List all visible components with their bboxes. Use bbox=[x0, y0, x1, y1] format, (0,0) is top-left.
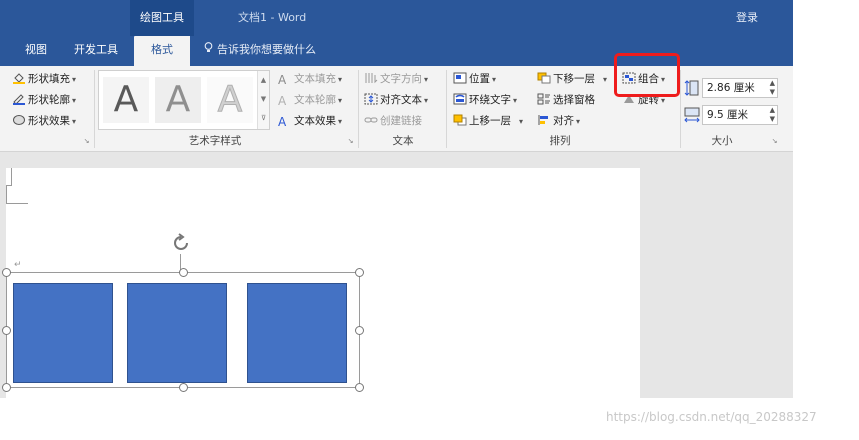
title-bar: 绘图工具 文档1 - Word 登录 bbox=[0, 0, 793, 36]
send-backward-icon bbox=[537, 72, 551, 84]
align-button[interactable]: 对齐 ▾ bbox=[537, 112, 580, 130]
rectangle-shape-2[interactable] bbox=[127, 283, 227, 383]
create-link-button[interactable]: 创建链接 bbox=[364, 112, 422, 130]
tab-developer[interactable]: 开发工具 bbox=[68, 36, 124, 66]
margin-corner-mark bbox=[6, 186, 28, 204]
text-group-label: 文本 bbox=[392, 135, 414, 147]
paint-bucket-icon bbox=[12, 72, 26, 84]
shape-height-icon bbox=[684, 79, 700, 97]
text-direction-icon bbox=[364, 72, 378, 84]
resize-handle[interactable] bbox=[2, 268, 11, 277]
wordart-group-label: 艺术字样式 bbox=[188, 135, 242, 147]
resize-handle[interactable] bbox=[179, 383, 188, 392]
shape-outline-button[interactable]: 形状轮廓 ▾ bbox=[12, 91, 76, 109]
shape-fill-button[interactable]: 形状填充 ▾ bbox=[12, 70, 76, 88]
group-separator bbox=[94, 70, 95, 148]
shape-height-input[interactable]: 2.86 厘米 ▲ ▼ bbox=[702, 78, 778, 98]
wrap-text-button[interactable]: 环绕文字 ▾ bbox=[453, 91, 517, 109]
gallery-scroller: ▲ ▼ ⊽ bbox=[257, 71, 269, 129]
size-launcher-icon[interactable]: ↘ bbox=[770, 137, 779, 146]
align-objects-icon bbox=[537, 114, 551, 126]
document-page[interactable]: ↵ bbox=[2, 168, 640, 398]
wordart-style-1[interactable]: A bbox=[103, 77, 149, 123]
bring-forward-button[interactable]: 上移一层 ▾ bbox=[453, 112, 523, 130]
gallery-up-icon[interactable]: ▲ bbox=[258, 71, 269, 90]
wrap-text-icon bbox=[453, 93, 467, 105]
position-icon bbox=[453, 72, 467, 84]
selection-pane-icon bbox=[537, 93, 551, 105]
align-text-button[interactable]: 对齐文本 ▾ bbox=[364, 91, 428, 109]
wordart-style-3[interactable]: A bbox=[207, 77, 253, 123]
link-icon bbox=[364, 114, 378, 126]
arrange-group-label: 排列 bbox=[549, 135, 571, 147]
group-separator bbox=[446, 70, 447, 148]
tell-me-search[interactable]: 告诉我你想要做什么 bbox=[204, 36, 316, 66]
tab-format[interactable]: 格式 bbox=[134, 36, 190, 66]
shape-width-icon bbox=[684, 106, 700, 124]
text-effects-button[interactable]: A 文本效果 ▾ bbox=[278, 112, 342, 130]
shape-width-input[interactable]: 9.5 厘米 ▲ ▼ bbox=[702, 105, 778, 125]
text-outline-button[interactable]: A 文本轮廓 ▾ bbox=[278, 91, 342, 109]
wordart-launcher-icon[interactable]: ↘ bbox=[346, 137, 355, 146]
text-direction-button[interactable]: 文字方向 ▾ bbox=[364, 70, 428, 88]
shape-effects-icon bbox=[12, 114, 26, 126]
resize-handle[interactable] bbox=[179, 268, 188, 277]
rotation-handle-icon[interactable] bbox=[170, 232, 192, 254]
login-link[interactable]: 登录 bbox=[736, 0, 758, 36]
align-text-icon bbox=[364, 93, 378, 105]
grouped-shapes-selection[interactable] bbox=[2, 268, 364, 392]
gallery-down-icon[interactable]: ▼ bbox=[258, 90, 269, 109]
pen-outline-icon bbox=[12, 93, 26, 105]
paragraph-mark: ↵ bbox=[14, 260, 22, 270]
shape-effects-button[interactable]: 形状效果 ▾ bbox=[12, 112, 76, 130]
text-fill-button[interactable]: A 文本填充 ▾ bbox=[278, 70, 342, 88]
group-separator bbox=[358, 70, 359, 148]
width-spinner-icon[interactable]: ▲ ▼ bbox=[770, 106, 775, 124]
text-outline-icon: A bbox=[278, 94, 287, 108]
watermark-url: https://blog.csdn.net/qq_20288327 bbox=[606, 410, 817, 424]
size-group-label: 大小 bbox=[711, 135, 733, 147]
tab-view[interactable]: 视图 bbox=[16, 36, 56, 66]
rectangle-shape-3[interactable] bbox=[247, 283, 347, 383]
rectangle-shape-1[interactable] bbox=[13, 283, 113, 383]
wordart-style-2[interactable]: A bbox=[155, 77, 201, 123]
position-button[interactable]: 位置 ▾ bbox=[453, 70, 496, 88]
lightbulb-icon bbox=[204, 36, 213, 64]
text-fill-icon: A bbox=[278, 73, 287, 87]
resize-handle[interactable] bbox=[2, 326, 11, 335]
resize-handle[interactable] bbox=[2, 383, 11, 392]
resize-handle[interactable] bbox=[355, 326, 364, 335]
margin-corner-mark bbox=[6, 168, 12, 186]
height-spinner-icon[interactable]: ▲ ▼ bbox=[770, 79, 775, 97]
shape-styles-launcher-icon[interactable]: ↘ bbox=[82, 137, 91, 146]
gallery-more-icon[interactable]: ⊽ bbox=[258, 109, 269, 128]
send-backward-button[interactable]: 下移一层 ▾ bbox=[537, 70, 607, 88]
text-effects-icon: A bbox=[278, 115, 287, 129]
bring-forward-icon bbox=[453, 114, 467, 126]
document-title: 文档1 - Word bbox=[238, 11, 307, 24]
context-tab-drawing-tools: 绘图工具 bbox=[130, 0, 194, 36]
tell-me-label: 告诉我你想要做什么 bbox=[217, 43, 316, 56]
resize-handle[interactable] bbox=[355, 268, 364, 277]
wordart-styles-gallery: A A A ▲ ▼ ⊽ bbox=[98, 70, 270, 130]
word-window: 绘图工具 文档1 - Word 登录 视图 开发工具 格式 告诉我你想要做什么 … bbox=[0, 0, 793, 398]
group-highlight-box bbox=[614, 53, 680, 97]
resize-handle[interactable] bbox=[355, 383, 364, 392]
group-separator bbox=[680, 70, 681, 148]
selection-pane-button[interactable]: 选择窗格 bbox=[537, 91, 595, 109]
